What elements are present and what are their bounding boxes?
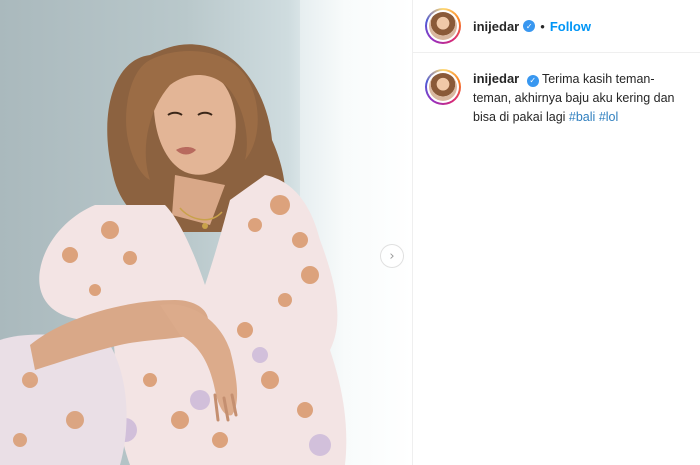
avatar[interactable]	[425, 69, 461, 105]
next-photo-button[interactable]: ›	[380, 244, 404, 268]
caption-row: inijedar ✓ Terima kasih teman-teman, akh…	[413, 53, 700, 127]
header-username[interactable]: inijedar	[473, 19, 519, 34]
avatar[interactable]	[425, 8, 461, 44]
post-image[interactable]: ›	[0, 0, 412, 465]
woman-photo	[0, 44, 347, 465]
caption-username[interactable]: inijedar	[473, 71, 519, 86]
post-header: inijedar ✓ • Follow	[413, 0, 700, 53]
verified-badge-icon: ✓	[526, 74, 539, 87]
follow-button[interactable]: Follow	[550, 19, 591, 34]
separator-dot: •	[540, 18, 545, 34]
post-sidebar: inijedar ✓ • Follow inijedar ✓ Terima ka…	[412, 0, 700, 465]
hashtag-link[interactable]: #bali	[569, 110, 595, 124]
hashtag-link[interactable]: #lol	[599, 110, 618, 124]
caption: inijedar ✓ Terima kasih teman-teman, akh…	[473, 69, 688, 127]
verified-badge-icon: ✓	[523, 20, 536, 32]
chevron-right-icon: ›	[389, 248, 395, 264]
